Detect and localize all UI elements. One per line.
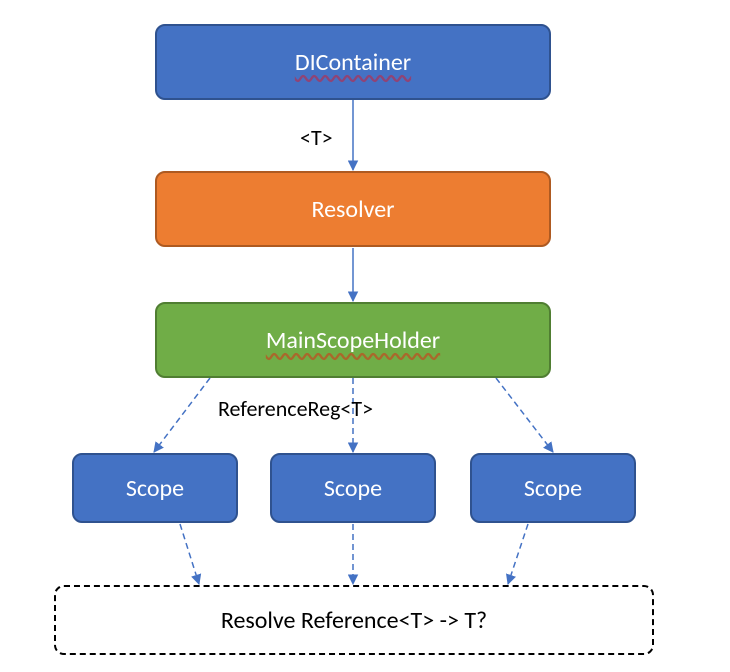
node-scope-2: Scope	[270, 453, 436, 523]
edge-label-refreg: ReferenceReg<T>	[218, 395, 373, 422]
node-dicontainer-label: DIContainer	[295, 48, 411, 77]
node-dicontainer: DIContainer	[155, 24, 551, 100]
node-resolve-reference-label: Resolve Reference<T> -> T?	[221, 606, 487, 635]
diagram-canvas: DIContainer <T> Resolver MainScopeHolder…	[0, 0, 730, 672]
node-scope-1-label: Scope	[126, 474, 184, 503]
node-mainscopeholder-label: MainScopeHolder	[266, 326, 440, 355]
node-scope-3: Scope	[470, 453, 636, 523]
node-scope-3-label: Scope	[524, 474, 582, 503]
node-resolver: Resolver	[155, 171, 551, 247]
node-scope-1: Scope	[72, 453, 238, 523]
node-scope-2-label: Scope	[324, 474, 382, 503]
node-resolve-reference: Resolve Reference<T> -> T?	[54, 585, 654, 655]
node-mainscopeholder: MainScopeHolder	[155, 302, 551, 378]
edge-label-t: <T>	[300, 124, 333, 151]
node-resolver-label: Resolver	[311, 195, 394, 224]
